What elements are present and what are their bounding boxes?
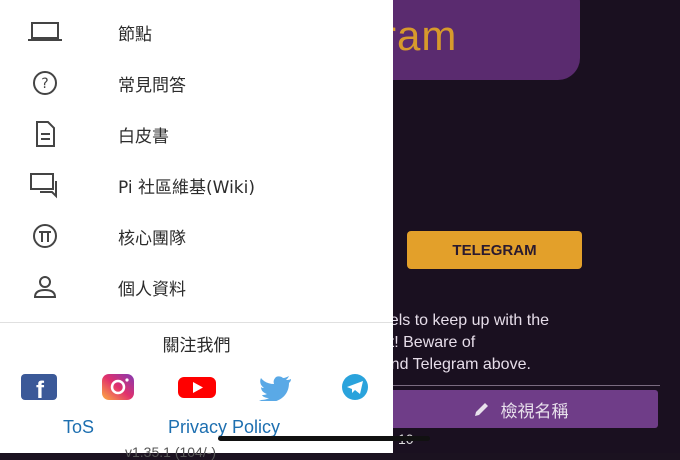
- menu-item-whitepaper[interactable]: 白皮書: [0, 113, 393, 155]
- menu-item-label: 白皮書: [118, 126, 169, 147]
- view-names-label: 檢視名稱: [500, 401, 569, 422]
- navigation-drawer: 節點 ? 常見問答 白皮書 Pi 社區維基(Wiki) 核心團隊 個人資料 關注…: [0, 0, 393, 460]
- document-icon: [26, 119, 64, 149]
- pencil-icon: [473, 400, 491, 418]
- svg-text:?: ?: [41, 76, 48, 92]
- banner-text: ram: [382, 12, 458, 59]
- person-icon: [26, 272, 64, 302]
- tos-link[interactable]: ToS: [63, 417, 94, 438]
- telegram-button[interactable]: TELEGRAM: [407, 231, 582, 269]
- menu-item-label: 常見問答: [118, 75, 186, 96]
- menu-item-core-team[interactable]: 核心團隊: [0, 215, 393, 257]
- menu-item-wiki[interactable]: Pi 社區維基(Wiki): [0, 164, 393, 206]
- privacy-policy-link[interactable]: Privacy Policy: [168, 417, 280, 438]
- notice-line: ent! Beware of: [372, 334, 476, 351]
- menu-item-label: 核心團隊: [118, 228, 186, 249]
- follow-us-title: 關注我們: [162, 336, 231, 356]
- menu-item-label: Pi 社區維基(Wiki): [118, 177, 255, 198]
- divider: [380, 385, 660, 386]
- menu-item-nodes[interactable]: 節點: [0, 11, 393, 53]
- telegram-icon[interactable]: [335, 373, 375, 401]
- menu-item-label: 個人資料: [118, 279, 186, 300]
- pi-coin-icon: [26, 221, 64, 251]
- twitter-icon[interactable]: [256, 373, 296, 401]
- chat-icon: [26, 170, 64, 200]
- facebook-icon[interactable]: f: [19, 373, 59, 401]
- notice-line: nnels to keep up with the: [372, 312, 550, 329]
- version-label: v1.35.1 (104/-): [125, 444, 217, 460]
- question-circle-icon: ?: [26, 68, 64, 98]
- menu-item-profile[interactable]: 個人資料: [0, 266, 393, 308]
- home-indicator: [218, 436, 430, 441]
- svg-text:f: f: [36, 377, 45, 401]
- notice-line: r and Telegram above.: [372, 356, 531, 373]
- menu-item-label: 節點: [118, 24, 152, 45]
- menu-item-faq[interactable]: ? 常見問答: [0, 62, 393, 104]
- view-names-button[interactable]: 檢視名稱: [383, 390, 658, 428]
- instagram-icon[interactable]: [98, 373, 138, 401]
- notice-text: nnels to keep up with the ent! Beware of…: [372, 310, 672, 376]
- divider: [0, 322, 393, 323]
- laptop-icon: [26, 17, 64, 47]
- youtube-icon[interactable]: [177, 373, 217, 401]
